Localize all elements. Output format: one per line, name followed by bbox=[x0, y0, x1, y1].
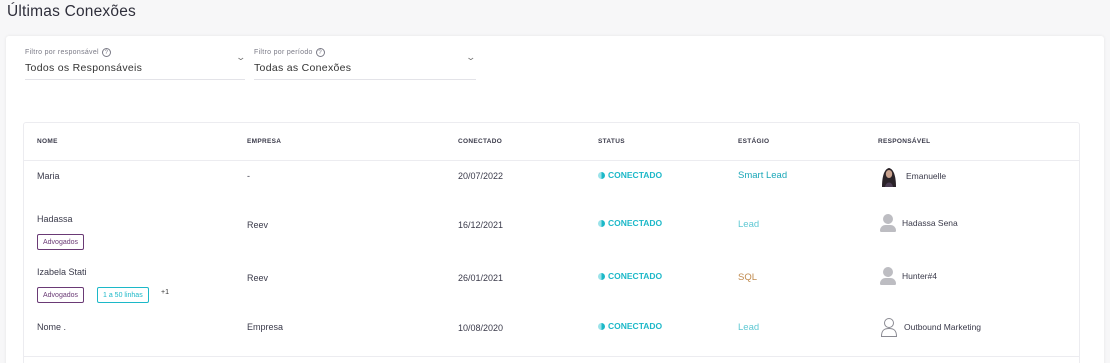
cell-responsible: Hunter#4 bbox=[880, 267, 937, 285]
status-dot-icon bbox=[598, 171, 605, 179]
divider bbox=[254, 79, 476, 80]
column-header-name[interactable]: NOME bbox=[37, 138, 58, 145]
outline-person-icon bbox=[880, 318, 898, 337]
tag-badge[interactable]: 1 a 50 linhas bbox=[97, 287, 149, 303]
status-badge: CONECTADO bbox=[598, 218, 662, 228]
cell-name[interactable]: Maria bbox=[37, 171, 60, 181]
status-dot-icon bbox=[598, 219, 605, 227]
column-header-stage[interactable]: ESTÁGIO bbox=[738, 138, 769, 145]
cell-company: - bbox=[247, 171, 250, 181]
status-dot-icon bbox=[598, 322, 605, 330]
help-icon[interactable]: ? bbox=[315, 48, 325, 57]
status-badge: CONECTADO bbox=[598, 271, 662, 281]
cell-responsible: Hadassa Sena bbox=[880, 214, 958, 232]
status-dot-icon bbox=[598, 272, 605, 280]
cell-stage[interactable]: SQL bbox=[738, 272, 757, 283]
divider bbox=[24, 160, 1079, 161]
avatar bbox=[878, 165, 900, 187]
column-header-responsible[interactable]: RESPONSÁVEL bbox=[878, 138, 930, 145]
cell-connected: 10/08/2020 bbox=[458, 323, 504, 333]
chevron-down-icon[interactable]: ⌄ bbox=[465, 52, 476, 63]
column-header-connected[interactable]: CONECTADO bbox=[458, 138, 502, 145]
cell-company: Reev bbox=[247, 273, 269, 283]
cell-connected: 16/12/2021 bbox=[458, 220, 504, 230]
cell-connected: 26/01/2021 bbox=[458, 273, 504, 283]
divider bbox=[25, 79, 245, 80]
tag-badge[interactable]: Advogados bbox=[37, 287, 85, 303]
divider bbox=[24, 356, 1079, 357]
status-badge: CONECTADO bbox=[598, 321, 662, 331]
cell-responsible: Outbound Marketing bbox=[880, 317, 981, 337]
filter-period-label: Filtro por período bbox=[254, 49, 313, 56]
filter-period[interactable]: Filtro por período ? Todas as Conexões bbox=[254, 48, 476, 80]
cell-stage[interactable]: Lead bbox=[738, 322, 759, 333]
filter-responsible[interactable]: Filtro por responsável ? Todos os Respon… bbox=[25, 48, 245, 80]
help-icon[interactable]: ? bbox=[101, 48, 111, 57]
column-header-status[interactable]: STATUS bbox=[598, 138, 625, 145]
status-badge: CONECTADO bbox=[598, 170, 662, 180]
cell-name[interactable]: Nome . bbox=[37, 322, 66, 332]
filter-responsible-label: Filtro por responsável bbox=[25, 49, 99, 56]
connections-table: NOME EMPRESA CONECTADO STATUS ESTÁGIO RE… bbox=[23, 122, 1080, 363]
cell-responsible: Emanuelle bbox=[878, 165, 946, 187]
column-header-company[interactable]: EMPRESA bbox=[247, 138, 281, 145]
filter-responsible-value[interactable]: Todos os Responsáveis bbox=[25, 62, 142, 74]
chevron-down-icon[interactable]: ⌄ bbox=[235, 52, 246, 63]
cell-stage[interactable]: Lead bbox=[738, 219, 759, 230]
tag-badge[interactable]: Advogados bbox=[37, 234, 85, 250]
cell-company: Reev bbox=[247, 220, 269, 230]
page-title: Últimas Conexões bbox=[7, 3, 136, 20]
cell-name[interactable]: Izabela Stati bbox=[37, 267, 87, 277]
filter-period-value[interactable]: Todas as Conexões bbox=[254, 62, 351, 74]
person-icon bbox=[880, 214, 896, 232]
cell-connected: 20/07/2022 bbox=[458, 171, 504, 181]
cell-name[interactable]: Hadassa bbox=[37, 214, 73, 224]
person-icon bbox=[880, 267, 896, 285]
cell-stage[interactable]: Smart Lead bbox=[738, 170, 787, 181]
cell-company: Empresa bbox=[247, 322, 284, 332]
more-tags-count[interactable]: +1 bbox=[161, 289, 169, 296]
connections-card: Filtro por responsável ? Todos os Respon… bbox=[6, 36, 1104, 363]
